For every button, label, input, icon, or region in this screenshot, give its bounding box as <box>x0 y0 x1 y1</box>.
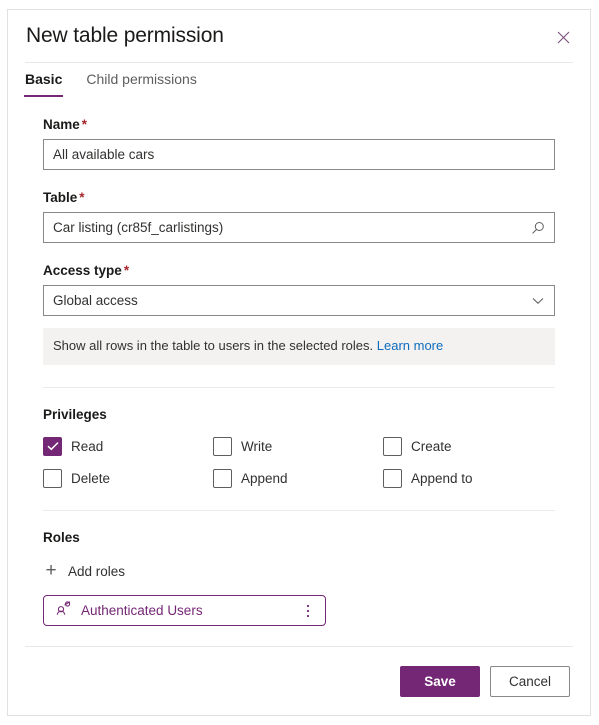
tab-child-permissions-label: Child permissions <box>86 71 197 87</box>
privilege-read-label: Read <box>71 438 104 454</box>
privilege-delete[interactable]: Delete <box>43 468 213 488</box>
privilege-create-label: Create <box>411 438 452 454</box>
new-table-permission-dialog: New table permission Basic Child permiss… <box>7 9 591 716</box>
name-input[interactable] <box>43 139 555 170</box>
dialog-header: New table permission <box>8 10 590 62</box>
tab-basic[interactable]: Basic <box>23 70 64 97</box>
role-name: Authenticated Users <box>81 603 203 618</box>
privilege-append-to-label: Append to <box>411 470 473 486</box>
access-type-hint-text: Show all rows in the table to users in t… <box>53 338 374 353</box>
plus-icon: + <box>45 560 57 581</box>
checkbox-create[interactable] <box>383 436 402 456</box>
close-icon[interactable] <box>548 22 578 52</box>
checkbox-write[interactable] <box>213 436 232 456</box>
table-required-marker: * <box>79 190 85 205</box>
tab-child-permissions[interactable]: Child permissions <box>86 70 196 97</box>
add-roles-label: Add roles <box>68 563 126 579</box>
table-input-wrap <box>43 212 555 243</box>
dialog-footer: Save Cancel <box>8 647 590 715</box>
privileges-grid: Read Write Create Delete Append Append t… <box>43 436 555 488</box>
role-chip-authenticated-users[interactable]: Authenticated Users <box>43 595 326 626</box>
learn-more-link[interactable]: Learn more <box>377 338 443 353</box>
dialog-body: Name* Table* Access type* <box>8 97 590 646</box>
more-vertical-icon[interactable] <box>301 601 315 621</box>
access-type-field-label: Access type * <box>43 262 555 280</box>
checkbox-read[interactable] <box>43 436 62 456</box>
cancel-button[interactable]: Cancel <box>490 665 570 697</box>
checkbox-append[interactable] <box>213 468 232 488</box>
search-icon[interactable] <box>528 212 548 243</box>
table-field-label: Table * <box>43 189 555 207</box>
person-icon <box>56 601 72 620</box>
roles-title: Roles <box>43 530 80 545</box>
privileges-title: Privileges <box>43 407 107 422</box>
access-type-required-marker: * <box>123 263 130 278</box>
checkbox-delete[interactable] <box>43 468 62 488</box>
table-input[interactable] <box>43 212 555 243</box>
access-type-select[interactable] <box>43 285 555 316</box>
tab-list: Basic Child permissions <box>8 63 590 97</box>
privilege-write-label: Write <box>241 438 273 454</box>
form-area: Name* Table* Access type* <box>25 116 573 626</box>
name-field-label: Name * <box>43 116 555 134</box>
name-label-text: Name <box>43 117 80 132</box>
access-type-label-text: Access type <box>43 263 122 278</box>
access-type-select-wrap <box>43 285 555 316</box>
page-title: New table permission <box>26 24 224 47</box>
privilege-create[interactable]: Create <box>383 436 553 456</box>
access-type-hint: Show all rows in the table to users in t… <box>43 328 555 365</box>
privilege-write[interactable]: Write <box>213 436 383 456</box>
chevron-down-icon[interactable] <box>528 285 548 316</box>
privilege-read[interactable]: Read <box>43 436 213 456</box>
privilege-append[interactable]: Append <box>213 468 383 488</box>
tab-basic-label: Basic <box>25 71 63 87</box>
privilege-append-label: Append <box>241 470 288 486</box>
save-button[interactable]: Save <box>400 665 480 697</box>
add-roles-button[interactable]: + Add roles <box>43 559 125 583</box>
privilege-delete-label: Delete <box>71 470 111 486</box>
roles-divider <box>43 510 555 511</box>
name-required-marker: * <box>81 117 88 132</box>
privilege-append-to[interactable]: Append to <box>383 468 553 488</box>
table-label-text: Table <box>43 190 78 205</box>
name-input-wrap <box>43 139 555 170</box>
privileges-divider <box>43 387 555 388</box>
checkbox-append-to[interactable] <box>383 468 402 488</box>
